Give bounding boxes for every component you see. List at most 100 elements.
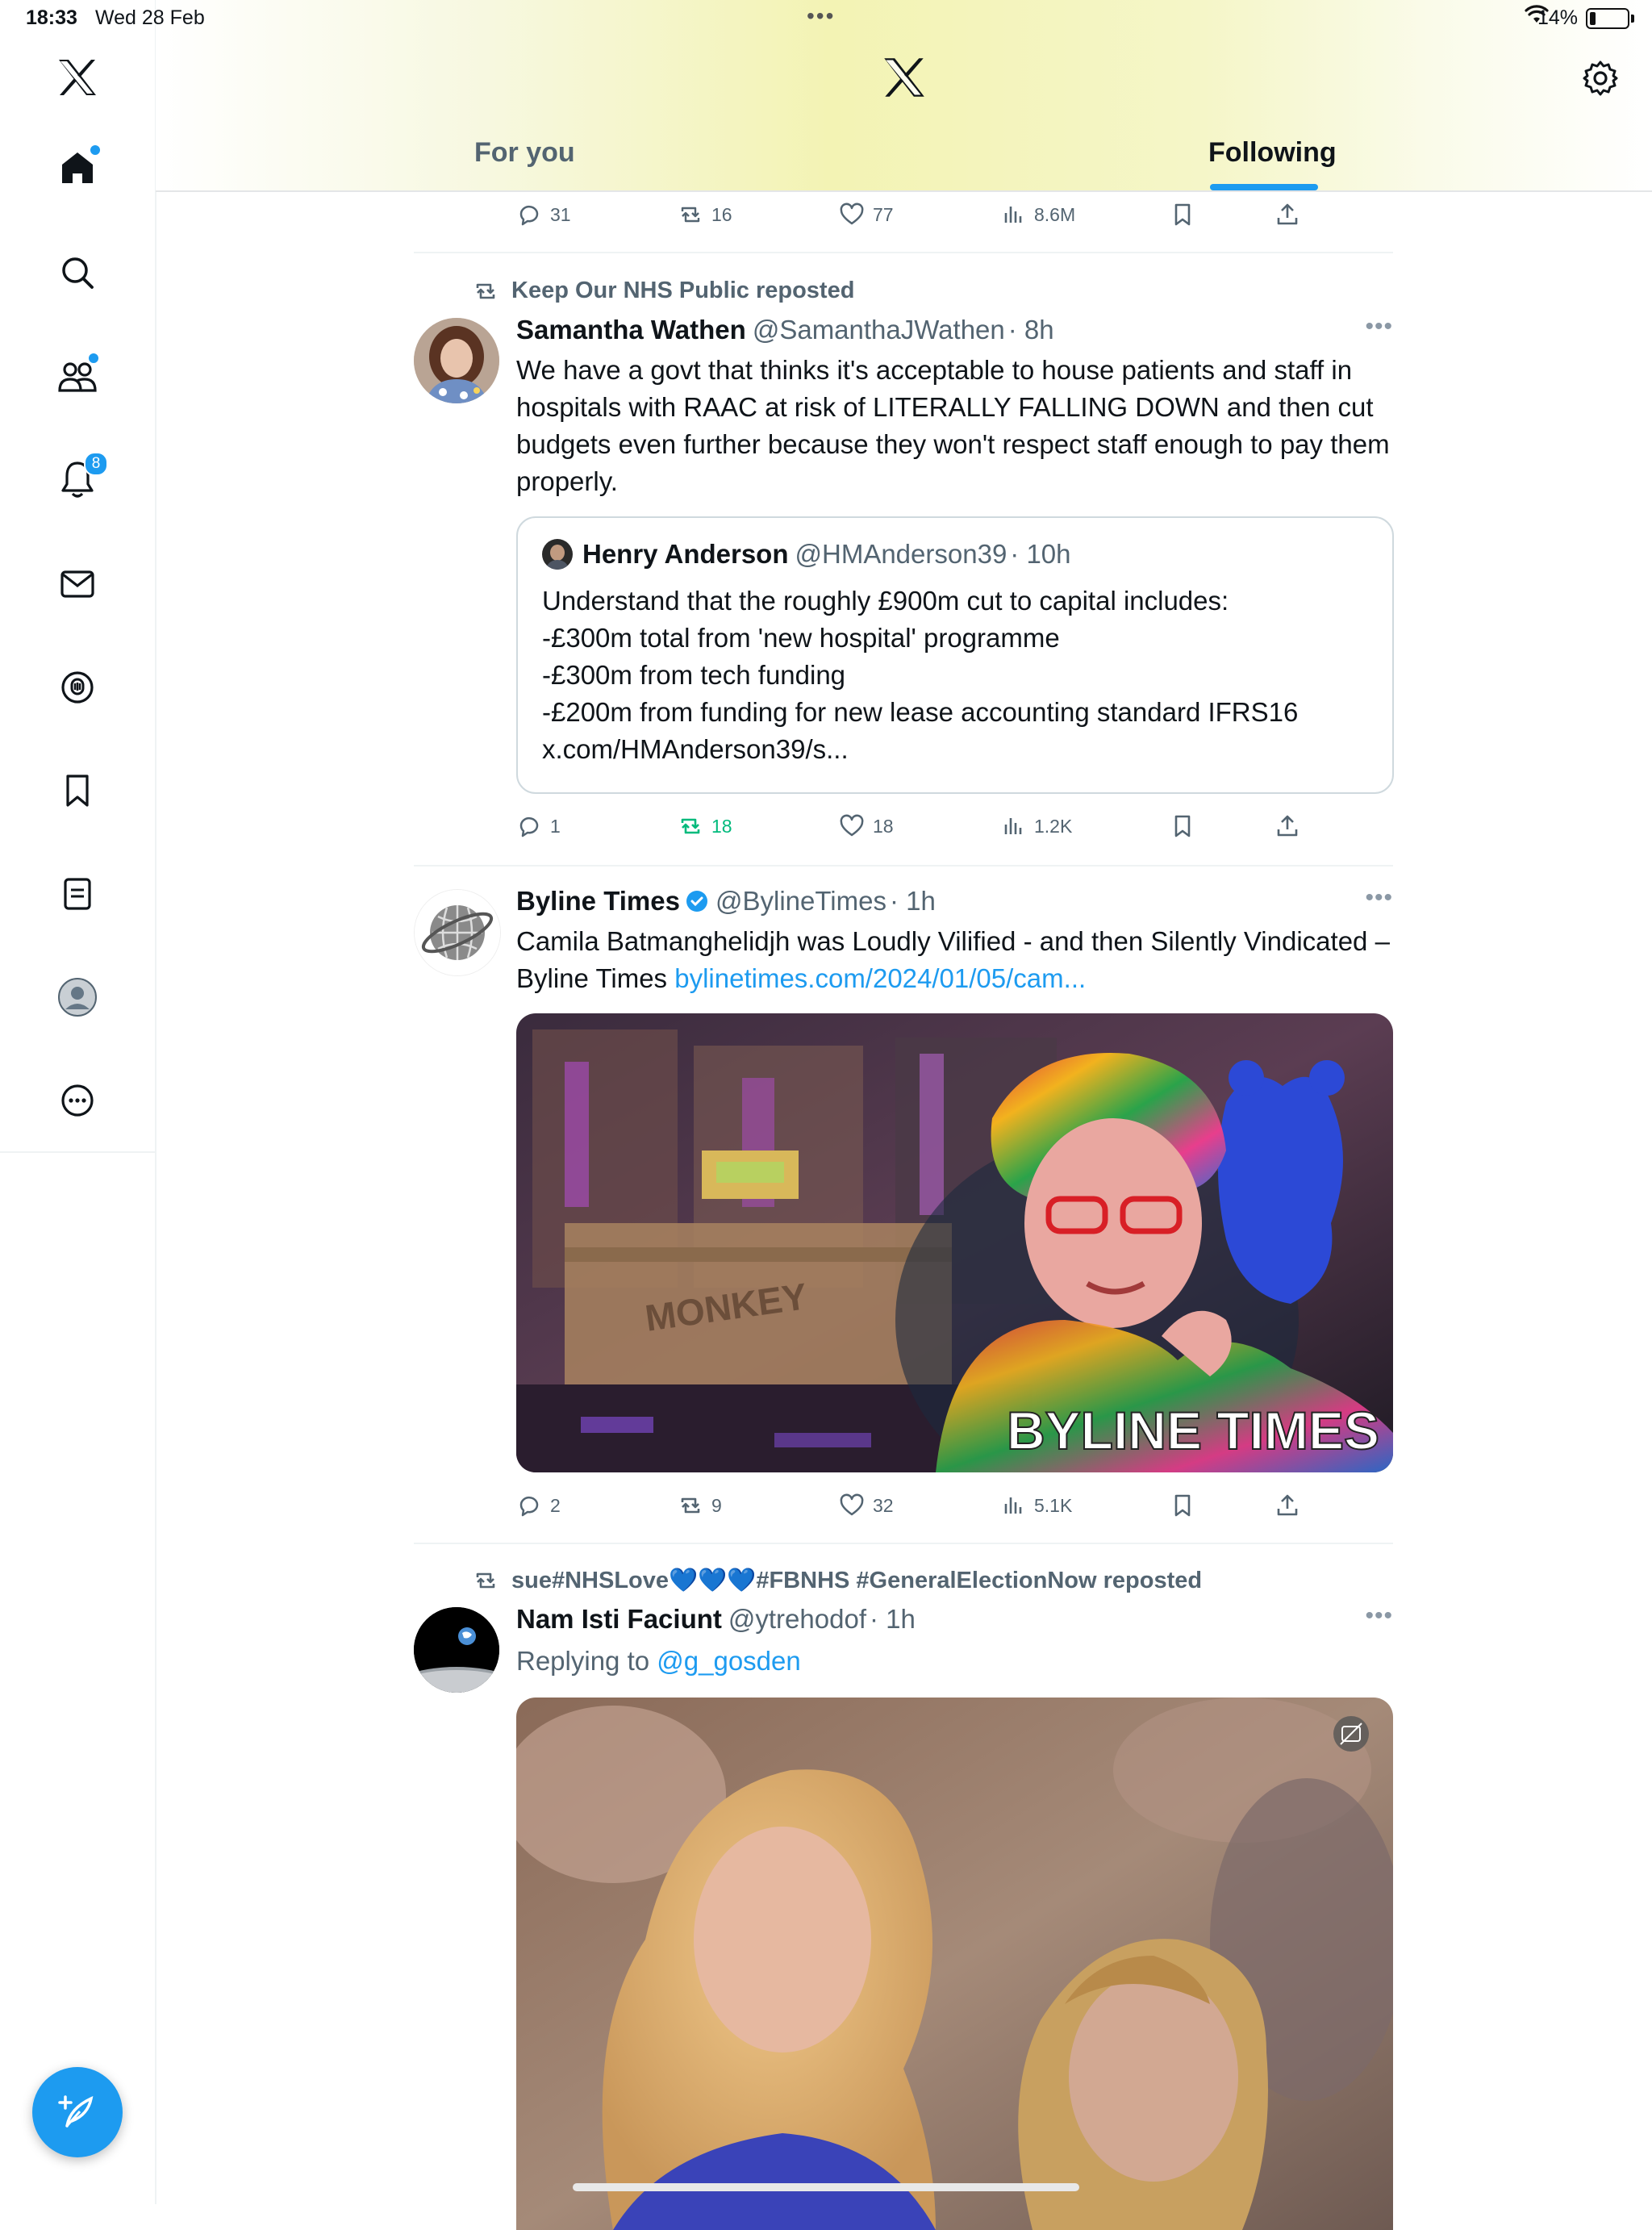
author-name[interactable]: Nam Isti Faciunt: [516, 1604, 722, 1635]
profile-avatar-icon[interactable]: [48, 968, 106, 1026]
like-button[interactable]: 32: [839, 1493, 894, 1518]
post-more-icon[interactable]: •••: [1365, 1602, 1393, 1630]
post-more-icon[interactable]: •••: [1365, 884, 1393, 912]
views-icon: [1004, 818, 1022, 834]
multitasking-dots-icon[interactable]: •••: [807, 3, 835, 29]
post-author-row: Nam Isti Faciunt @ytrehodof · 1h: [516, 1604, 916, 1635]
quoted-author-handle: @HMAnderson39: [795, 539, 1007, 569]
quoted-post[interactable]: Henry Anderson @HMAnderson39 · 10h Under…: [516, 516, 1394, 794]
reply-icon: [519, 1496, 539, 1517]
settings-gear-icon[interactable]: [1582, 60, 1619, 101]
author-name[interactable]: Samantha Wathen: [516, 315, 746, 345]
post-link[interactable]: bylinetimes.com/2024/01/05/cam...: [674, 963, 1086, 993]
messages-icon[interactable]: [48, 555, 106, 613]
repost-icon: [476, 283, 495, 299]
quoted-post-text: Understand that the roughly £900m cut to…: [542, 583, 1373, 768]
repost-icon: [681, 818, 700, 834]
share-button[interactable]: [1274, 1493, 1300, 1518]
quoted-author-name: Henry Anderson: [582, 539, 789, 569]
status-bar: 18:33 Wed 28 Feb ••• 14%: [0, 0, 1652, 39]
post-separator: [414, 252, 1393, 253]
communities-icon[interactable]: [48, 347, 106, 405]
share-button[interactable]: [1274, 813, 1300, 839]
quoted-post-link: x.com/HMAnderson39/s...: [542, 734, 849, 764]
heart-icon: [840, 203, 864, 225]
quoted-author-row: Henry Anderson @HMAnderson39 · 10h: [542, 539, 1071, 570]
bookmark-button[interactable]: [1170, 1493, 1195, 1518]
bookmark-icon: [1174, 1494, 1191, 1517]
quoted-avatar: [542, 539, 573, 570]
author-handle[interactable]: @ytrehodof: [728, 1604, 866, 1635]
post-author-row: Byline Times @BylineTimes · 1h: [516, 886, 936, 917]
views-button[interactable]: 1.2K: [1000, 813, 1072, 839]
post-actions: 31 16 77 8.6M: [516, 202, 1323, 234]
quoted-post-time: · 10h: [1010, 539, 1071, 569]
post-time[interactable]: · 8h: [1008, 315, 1054, 345]
views-icon: [1004, 207, 1022, 223]
repost-icon: [681, 1497, 700, 1514]
like-button[interactable]: 18: [839, 813, 894, 839]
communities-badge-dot: [87, 352, 100, 365]
tab-following[interactable]: Following: [1208, 137, 1337, 169]
avatar[interactable]: [414, 889, 501, 976]
repost-icon: [476, 1572, 495, 1589]
views-icon: [1004, 1497, 1022, 1514]
post-author-row: Samantha Wathen @SamanthaJWathen · 8h: [516, 315, 1054, 345]
author-handle[interactable]: @BylineTimes: [715, 886, 886, 917]
avatar[interactable]: [414, 318, 499, 403]
compose-post-button[interactable]: [32, 2067, 123, 2157]
post-more-icon[interactable]: •••: [1365, 313, 1393, 340]
battery-percent: 14%: [1537, 6, 1578, 29]
post-video[interactable]: [516, 1698, 1393, 2230]
reply-icon: [519, 205, 539, 226]
post-time[interactable]: · 1h: [870, 1604, 916, 1635]
image-watermark: BYLINE TIMES: [1007, 1401, 1379, 1460]
home-indicator[interactable]: [573, 2183, 1079, 2191]
lists-icon[interactable]: [48, 865, 106, 923]
repost-label: Keep Our NHS Public reposted: [473, 278, 854, 304]
heart-icon: [840, 1493, 864, 1516]
post-time[interactable]: · 1h: [890, 886, 936, 917]
search-icon[interactable]: [48, 244, 106, 302]
like-button[interactable]: 77: [839, 202, 894, 228]
reply-button[interactable]: 1: [516, 813, 561, 839]
views-button[interactable]: 5.1K: [1000, 1493, 1072, 1518]
repost-button-active[interactable]: 18: [678, 813, 732, 839]
repost-button[interactable]: 16: [678, 202, 732, 228]
replying-to: Replying to @g_gosden: [516, 1646, 801, 1676]
share-button[interactable]: [1274, 202, 1300, 228]
replying-to-handle[interactable]: @g_gosden: [657, 1646, 800, 1676]
status-time: 18:33: [26, 6, 77, 29]
post-actions: 2 9 32 5.1K: [516, 1493, 1323, 1525]
reply-button[interactable]: 31: [516, 202, 571, 228]
post-actions: 1 18 18 1.2K: [516, 813, 1323, 846]
reply-button[interactable]: 2: [516, 1493, 561, 1518]
notifications-count-badge: 8: [84, 452, 108, 476]
active-tab-indicator: [1210, 184, 1318, 190]
notifications-icon[interactable]: 8: [48, 450, 108, 508]
bookmarks-icon[interactable]: [48, 762, 106, 820]
post-separator: [414, 1543, 1393, 1544]
author-name[interactable]: Byline Times: [516, 886, 680, 917]
home-badge-dot: [89, 144, 102, 157]
x-logo-icon[interactable]: [48, 48, 106, 106]
bookmark-button[interactable]: [1170, 813, 1195, 839]
post-text: We have a govt that thinks it's acceptab…: [516, 355, 1390, 496]
more-icon[interactable]: [48, 1071, 106, 1130]
author-handle[interactable]: @SamanthaJWathen: [753, 315, 1005, 345]
post-separator: [414, 865, 1393, 867]
repost-icon: [681, 207, 700, 223]
x-logo-icon[interactable]: [882, 56, 927, 102]
bookmark-icon: [1174, 203, 1191, 226]
bookmark-button[interactable]: [1170, 202, 1195, 228]
status-date: Wed 28 Feb: [95, 6, 205, 29]
spaces-icon[interactable]: [48, 658, 106, 716]
views-button[interactable]: 8.6M: [1000, 202, 1075, 228]
repost-button[interactable]: 9: [678, 1493, 722, 1518]
home-icon[interactable]: [48, 139, 106, 197]
avatar[interactable]: [414, 1607, 499, 1693]
post-image[interactable]: MONKEY BYLINE TIMES: [516, 1013, 1393, 1472]
tab-for-you[interactable]: For you: [474, 137, 575, 169]
reply-icon: [519, 816, 539, 837]
sidebar-divider: [0, 1151, 155, 1153]
